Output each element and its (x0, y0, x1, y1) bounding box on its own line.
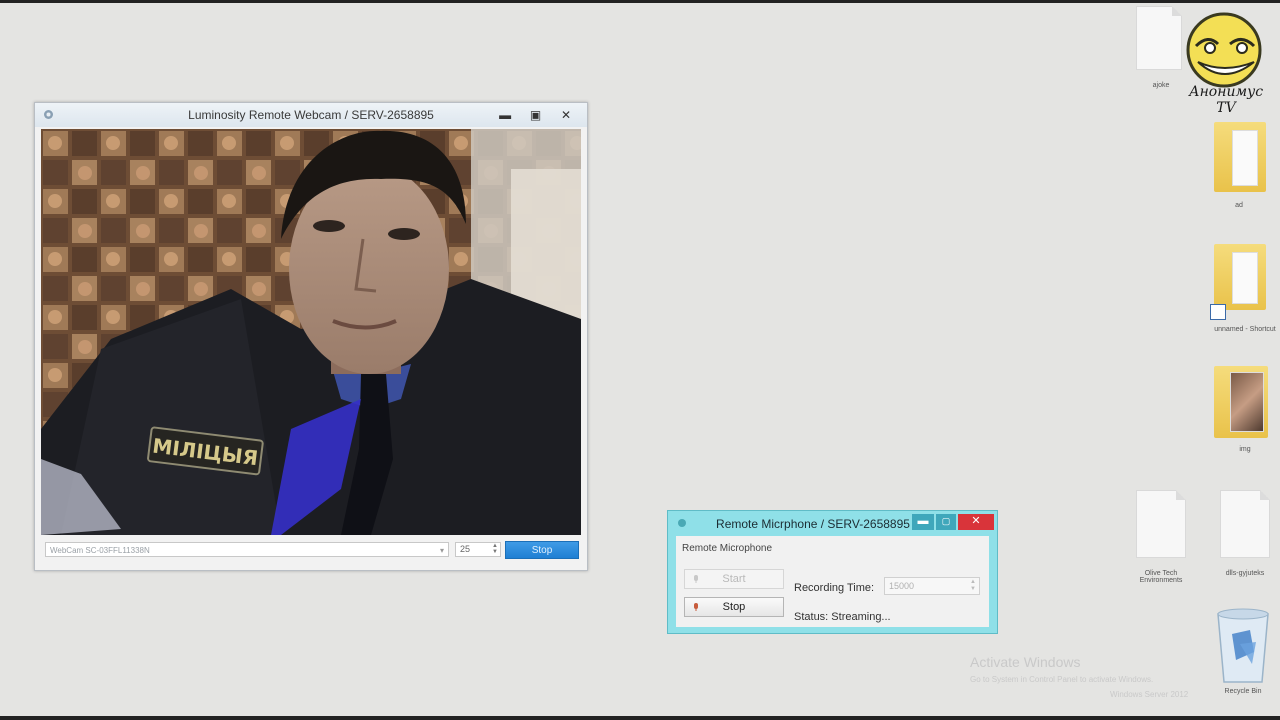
folder-icon (1214, 244, 1266, 310)
fps-spinner[interactable]: 25 ▲ ▼ (455, 542, 501, 557)
activate-windows-subtitle: Go to System in Control Panel to activat… (970, 675, 1154, 684)
webcam-device-select[interactable]: WebCam SC-03FFL11338N ▾ (45, 542, 449, 557)
microphone-panel: Remote Microphone Start Stop Recording T… (676, 536, 989, 627)
spinner-arrows-icon[interactable]: ▲ ▼ (492, 543, 498, 555)
desktop-icon-label: Recycle Bin (1224, 688, 1262, 695)
chevron-down-icon: ▾ (439, 546, 444, 555)
webcam-frame-image: МІЛІЦЫЯ (41, 129, 581, 535)
windows-build-text: Windows Server 2012 (1110, 690, 1189, 699)
webcam-video-feed: МІЛІЦЫЯ (41, 129, 581, 535)
stop-button[interactable]: Stop (684, 597, 784, 617)
activate-windows-title: Activate Windows (970, 654, 1081, 670)
folder-icon (1214, 366, 1268, 438)
recording-time-value: 15000 (889, 581, 915, 591)
recycle-bin-icon (1217, 608, 1269, 683)
start-button-label: Start (722, 573, 746, 585)
shortcut-arrow-icon (1210, 304, 1226, 320)
maximize-icon[interactable]: ▢ (936, 514, 956, 530)
webcam-control-bar: WebCam SC-03FFL11338N ▾ 25 ▲ ▼ Stop (41, 539, 581, 561)
stop-button-label: Stop (722, 601, 746, 613)
fps-value: 25 (460, 544, 471, 554)
desktop-icon-label: dlls-gyjuteks (1225, 570, 1265, 577)
spinner-arrows-icon[interactable]: ▲ ▼ (970, 579, 976, 593)
document-icon (1220, 490, 1270, 558)
webcam-stop-button[interactable]: Stop (505, 541, 579, 559)
microphone-group-label: Remote Microphone (682, 543, 773, 554)
desktop-icon-label: Olive Tech Environments (1139, 570, 1183, 584)
minimize-icon[interactable]: ▬ (494, 107, 516, 123)
channel-logo-text: Анонимус TV (1188, 84, 1264, 116)
desktop-icon-label: ad (1235, 202, 1243, 209)
screen-top-border (0, 0, 1280, 3)
webcam-title-bar[interactable]: Luminosity Remote Webcam / SERV-2658895 … (35, 103, 587, 127)
desktop-icon-label: img (1239, 446, 1251, 453)
maximize-icon[interactable]: ▣ (525, 107, 547, 123)
folder-icon (1214, 122, 1266, 192)
close-icon[interactable]: ✕ (555, 107, 577, 123)
document-icon (1136, 490, 1186, 558)
microphone-icon (694, 575, 698, 583)
status-text: Status: Streaming... (794, 611, 891, 623)
document-icon (1136, 6, 1182, 70)
start-button[interactable]: Start (684, 569, 784, 589)
webcam-device-value: WebCam SC-03FFL11338N (50, 546, 150, 555)
screen-bottom-border (0, 716, 1280, 720)
webcam-window[interactable]: Luminosity Remote Webcam / SERV-2658895 … (34, 102, 588, 571)
desktop-icon-label: unnamed - Shortcut (1214, 326, 1276, 333)
microphone-title-bar[interactable]: Remote Micrphone / SERV-2658895 ▬ ▢ ✕ (668, 511, 997, 535)
recording-time-label: Recording Time: (794, 582, 875, 594)
recording-time-input[interactable]: 15000 ▲ ▼ (884, 577, 980, 595)
stop-icon (694, 603, 698, 611)
microphone-window[interactable]: Remote Micrphone / SERV-2658895 ▬ ▢ ✕ Re… (667, 510, 998, 634)
close-icon[interactable]: ✕ (958, 514, 994, 530)
minimize-icon[interactable]: ▬ (912, 514, 934, 530)
